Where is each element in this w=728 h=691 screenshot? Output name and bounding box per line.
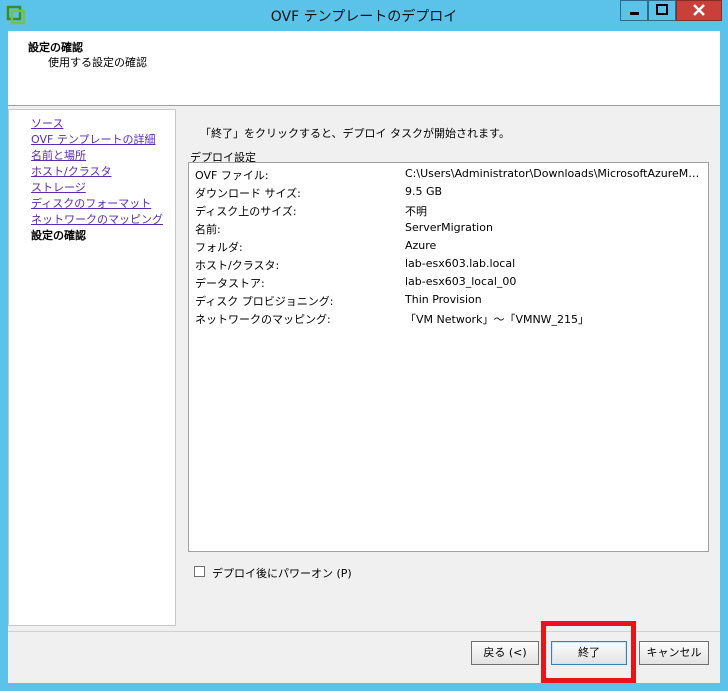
- maximize-button[interactable]: [648, 0, 676, 21]
- step-link-source[interactable]: ソース: [31, 115, 63, 131]
- step-current-review: 設定の確認: [31, 229, 86, 242]
- detail-value: Azure: [405, 239, 437, 252]
- finish-highlight-annotation: [541, 621, 636, 683]
- window-title: OVF テンプレートのデプロイ: [270, 9, 458, 25]
- detail-row: OVF ファイル: C:\Users\Administrator\Download…: [195, 167, 703, 183]
- detail-key: OVF ファイル:: [195, 169, 269, 182]
- ovf-deploy-window: OVF テンプレートのデプロイ 設定の確認 使用する設定の確認 ソース OVF …: [0, 0, 728, 691]
- detail-key: データストア:: [195, 277, 265, 290]
- review-content: 「終了」をクリックすると、デプロイ タスクが開始されます。 デプロイ設定 OVF…: [178, 109, 720, 626]
- detail-value: 不明: [405, 205, 427, 218]
- close-button[interactable]: [676, 0, 722, 21]
- detail-key: ホスト/クラスタ:: [195, 259, 280, 272]
- minimize-button[interactable]: [620, 0, 648, 21]
- step-link-storage[interactable]: ストレージ: [31, 179, 86, 195]
- detail-row: ディスク上のサイズ: 不明: [195, 203, 703, 219]
- detail-value: lab-esx603_local_00: [405, 275, 517, 288]
- detail-row: ホスト/クラスタ: lab-esx603.lab.local: [195, 257, 703, 273]
- step-link-ovf-details[interactable]: OVF テンプレートの詳細: [31, 131, 155, 147]
- detail-value: ServerMigration: [405, 221, 493, 234]
- detail-value: lab-esx603.lab.local: [405, 257, 516, 270]
- detail-value: Thin Provision: [405, 293, 482, 306]
- detail-row: フォルダ: Azure: [195, 239, 703, 255]
- detail-row: データストア: lab-esx603_local_00: [195, 275, 703, 291]
- wizard-header: 設定の確認 使用する設定の確認: [8, 31, 720, 106]
- step-title: 設定の確認: [28, 41, 83, 54]
- detail-row: ネットワークのマッピング: 「VM Network」～「VMNW_215」: [195, 311, 703, 327]
- step-link-network-mapping[interactable]: ネットワークのマッピング: [31, 211, 163, 227]
- detail-value: C:\Users\Administrator\Downloads\Microso…: [405, 167, 701, 180]
- instruction-text: 「終了」をクリックすると、デプロイ タスクが開始されます。: [200, 127, 510, 140]
- power-on-label[interactable]: デプロイ後にパワーオン (P): [212, 565, 352, 581]
- step-link-name-location[interactable]: 名前と場所: [31, 147, 86, 163]
- dialog-client: 設定の確認 使用する設定の確認 ソース OVF テンプレートの詳細 名前と場所 …: [8, 31, 720, 683]
- step-subtitle: 使用する設定の確認: [48, 56, 147, 69]
- detail-value: 9.5 GB: [405, 185, 443, 198]
- detail-row: ディスク プロビジョニング: Thin Provision: [195, 293, 703, 309]
- wizard-steps: ソース OVF テンプレートの詳細 名前と場所 ホスト/クラスタ ストレージ デ…: [8, 109, 176, 626]
- minimize-icon: [630, 12, 639, 15]
- deploy-settings-list[interactable]: OVF ファイル: C:\Users\Administrator\Download…: [188, 162, 709, 552]
- detail-key: ダウンロード サイズ:: [195, 187, 301, 200]
- detail-key: ネットワークのマッピング:: [195, 313, 331, 326]
- power-on-checkbox[interactable]: [194, 566, 205, 577]
- detail-key: ディスク プロビジョニング:: [195, 295, 334, 308]
- detail-key: フォルダ:: [195, 241, 243, 254]
- close-icon: [693, 4, 705, 16]
- cancel-button[interactable]: キャンセル: [639, 641, 709, 665]
- maximize-icon: [656, 4, 668, 15]
- detail-row: 名前: ServerMigration: [195, 221, 703, 237]
- detail-row: ダウンロード サイズ: 9.5 GB: [195, 185, 703, 201]
- title-bar[interactable]: OVF テンプレートのデプロイ: [0, 0, 728, 32]
- back-button[interactable]: 戻る (<): [471, 641, 539, 665]
- detail-key: 名前:: [195, 223, 221, 236]
- step-link-disk-format[interactable]: ディスクのフォーマット: [31, 195, 151, 211]
- detail-key: ディスク上のサイズ:: [195, 205, 297, 218]
- detail-value: 「VM Network」～「VMNW_215」: [405, 313, 590, 326]
- step-link-host-cluster[interactable]: ホスト/クラスタ: [31, 163, 112, 179]
